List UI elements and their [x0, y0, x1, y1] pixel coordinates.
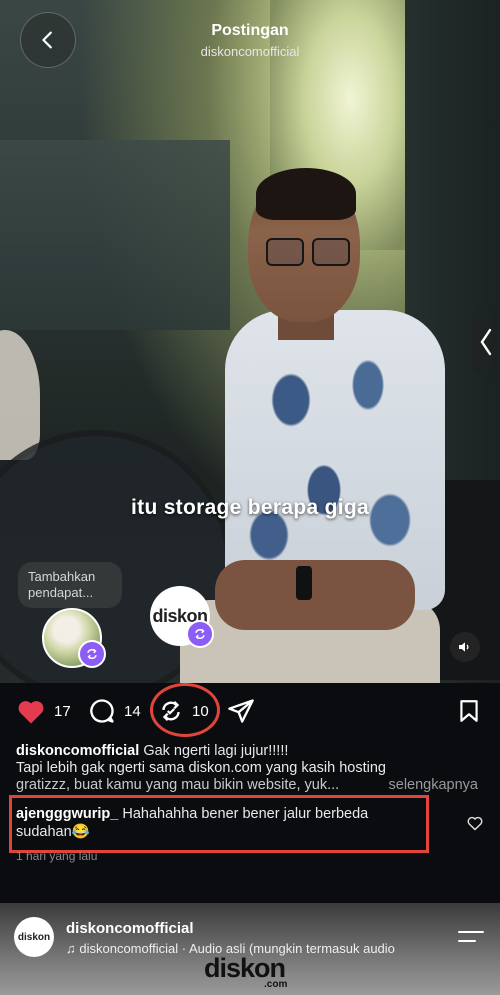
post-caption-line1: Gak ngerti lagi jujur!!!!! — [143, 743, 289, 759]
comment-button[interactable]: 14 — [88, 697, 141, 725]
comment-username[interactable]: ajengggwurip_ — [16, 806, 118, 822]
save-button[interactable] — [456, 697, 482, 725]
comment-icon — [90, 699, 114, 723]
comment-time: 1 hari yang lalu — [16, 849, 98, 863]
chevron-left-icon — [480, 328, 492, 356]
like-count: 17 — [54, 702, 71, 720]
next-post-logo-sub: .com — [264, 979, 288, 990]
post-username[interactable]: diskoncomofficial — [16, 743, 139, 759]
comment-like-button[interactable] — [466, 815, 484, 836]
heart-icon — [18, 701, 44, 724]
person-hair — [256, 168, 356, 220]
comment: ajengggwurip_ Hahahahha bener bener jalu… — [16, 805, 416, 841]
bookmark-icon — [460, 700, 478, 722]
repost-badge-icon — [78, 640, 106, 668]
side-panel-toggle[interactable] — [472, 310, 500, 374]
music-note-icon: ♫ — [66, 941, 76, 956]
speaker-icon — [459, 642, 469, 652]
background-lamp — [0, 330, 40, 460]
like-button[interactable]: 17 — [16, 697, 71, 725]
person-glasses — [266, 238, 350, 266]
background-shelf — [0, 140, 230, 330]
share-button[interactable] — [226, 697, 256, 725]
next-post-avatar[interactable]: diskon — [14, 917, 54, 957]
top-bar: Postingan diskoncomofficial — [0, 0, 500, 80]
send-icon — [228, 699, 254, 723]
see-more-link[interactable]: selengkapnya — [382, 777, 478, 794]
page-title: Postingan — [211, 22, 289, 39]
next-post-avatar-logo: diskon — [17, 931, 51, 943]
comment-count: 14 — [124, 702, 141, 720]
person-arms — [215, 560, 415, 630]
post-caption-line2: Tapi lebih gak ngerti sama diskon.com ya… — [16, 760, 386, 776]
person-watch — [296, 566, 312, 600]
action-bar: 17 14 10 — [0, 683, 500, 741]
back-button[interactable] — [20, 12, 76, 68]
post-caption: diskoncomofficial Gak ngerti lagi jujur!… — [16, 743, 486, 794]
heart-outline-icon — [467, 816, 483, 831]
menu-icon[interactable] — [458, 931, 484, 949]
repost-badge-icon — [186, 620, 214, 648]
next-post-preview[interactable]: diskon diskoncomofficial ♫ diskoncomoffi… — [0, 903, 500, 995]
next-post-username[interactable]: diskoncomofficial — [66, 920, 194, 937]
video-caption: itu storage berapa giga — [131, 496, 369, 519]
mute-button[interactable] — [450, 632, 480, 662]
repost-highlight-circle — [150, 683, 220, 737]
page-subtitle[interactable]: diskoncomofficial — [0, 44, 500, 59]
post-caption-line3: gratizzz, buat kamu yang mau bikin websi… — [16, 777, 340, 793]
add-note-bubble[interactable]: Tambahkan pendapat... — [18, 562, 122, 608]
